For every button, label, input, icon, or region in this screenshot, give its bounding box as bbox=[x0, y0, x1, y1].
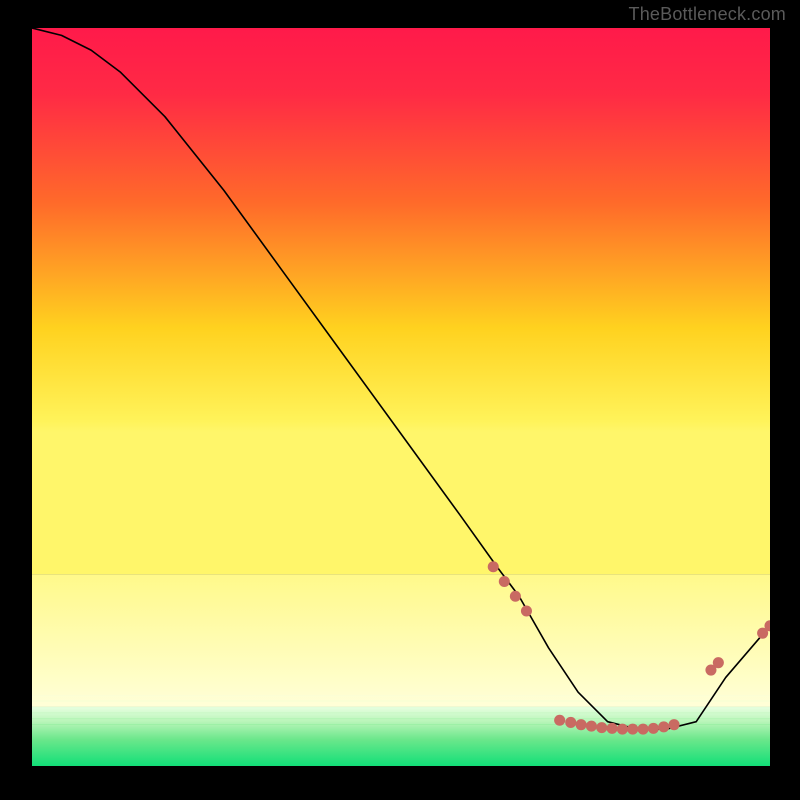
data-dot bbox=[607, 723, 618, 734]
data-dot bbox=[617, 724, 628, 735]
data-dot bbox=[565, 717, 576, 728]
data-dot bbox=[554, 715, 565, 726]
data-dot bbox=[510, 591, 521, 602]
data-dots bbox=[488, 561, 770, 734]
data-dot bbox=[488, 561, 499, 572]
data-dot bbox=[521, 605, 532, 616]
data-dot bbox=[576, 719, 587, 730]
watermark-text: TheBottleneck.com bbox=[629, 4, 786, 25]
data-dot bbox=[499, 576, 510, 587]
data-dot bbox=[586, 721, 597, 732]
data-dot bbox=[627, 724, 638, 735]
data-dot bbox=[638, 724, 649, 735]
curve-line bbox=[32, 28, 770, 729]
data-dot bbox=[713, 657, 724, 668]
data-dot bbox=[658, 721, 669, 732]
data-dot bbox=[596, 722, 607, 733]
plot-area bbox=[32, 28, 770, 766]
chart-canvas: TheBottleneck.com bbox=[0, 0, 800, 800]
data-dot bbox=[669, 719, 680, 730]
data-dot bbox=[648, 723, 659, 734]
chart-overlay bbox=[32, 28, 770, 766]
